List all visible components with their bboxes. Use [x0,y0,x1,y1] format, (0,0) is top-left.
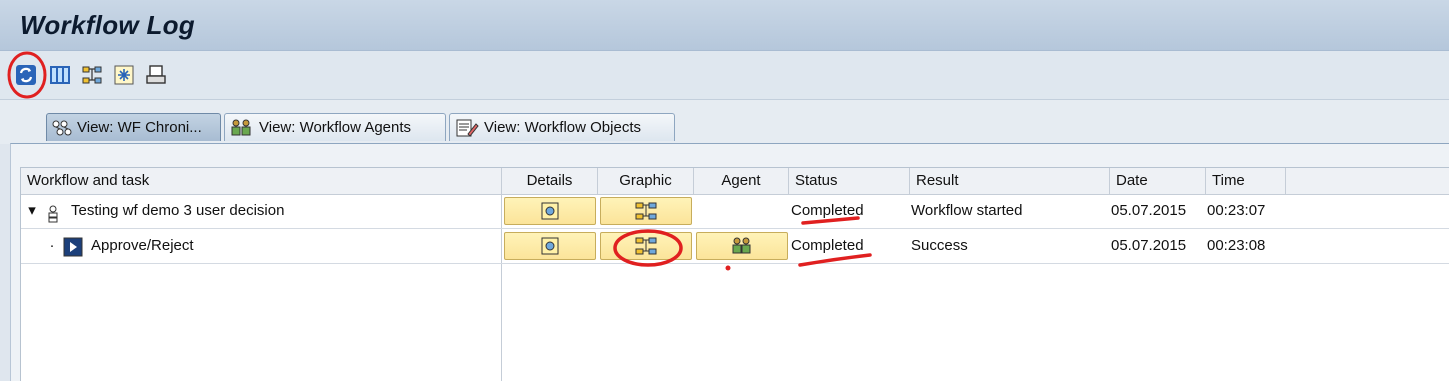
column-header-time[interactable]: Time [1206,168,1286,194]
agents-icon [231,119,251,135]
column-header-date[interactable]: Date [1110,168,1206,194]
graphic-icon [635,202,657,220]
tab-label: View: Workflow Agents [259,119,412,136]
tab-wf-chronicle[interactable]: View: WF Chroni... [46,113,221,141]
status-value: Completed [791,202,864,219]
tab-workflow-agents[interactable]: View: Workflow Agents [224,113,446,141]
graphic-button[interactable] [80,63,104,87]
table-row[interactable]: ▾ Testing wf demo 3 user decision Comple… [21,194,1449,229]
column-header-status[interactable]: Status [789,168,910,194]
print-icon [146,65,166,84]
tab-workflow-objects[interactable]: View: Workflow Objects [449,113,675,141]
graphic-button[interactable] [600,232,692,260]
page-title: Workflow Log [20,10,195,40]
date-value: 05.07.2015 [1111,202,1187,219]
tree-expander[interactable]: ▾ [27,194,37,228]
graphic-icon [635,237,657,255]
tab-label: View: WF Chroni... [77,119,202,136]
agents-icon [732,237,751,254]
print-button[interactable] [144,63,168,87]
details-icon [541,202,559,220]
task-name: Testing wf demo 3 user decision [71,202,285,219]
details-icon [541,237,559,255]
tab-strip: View: WF Chroni... View: Workflow Agents… [0,100,1449,144]
workflow-icon [45,202,61,223]
graphic-icon [82,66,102,84]
filter-icon [114,65,134,85]
application-toolbar [0,51,1449,100]
agent-button[interactable] [696,232,788,260]
column-header-agent[interactable]: Agent [694,168,789,194]
title-bar: Workflow Log [0,0,1449,51]
layout-icon [50,66,70,84]
refresh-icon [16,65,36,85]
tab-label: View: Workflow Objects [484,119,641,136]
details-button[interactable] [504,197,596,225]
time-value: 00:23:08 [1207,237,1266,254]
table-header: Workflow and task Details Graphic Agent … [21,168,1449,195]
details-button[interactable] [504,232,596,260]
graphic-button[interactable] [600,197,692,225]
refresh-button[interactable] [14,63,38,87]
hierarchy-icon [52,120,72,135]
step-icon [63,236,83,257]
result-value: Success [911,237,968,254]
workflow-log-table: Workflow and task Details Graphic Agent … [20,167,1449,381]
column-header-task[interactable]: Workflow and task [21,168,502,194]
objects-icon [456,119,479,137]
table-row[interactable]: · Approve/Reject Completed Success 05.07… [21,229,1449,264]
filter-button[interactable] [112,63,136,87]
status-value: Completed [791,237,864,254]
column-header-result[interactable]: Result [910,168,1110,194]
layout-button[interactable] [48,63,72,87]
time-value: 00:23:07 [1207,202,1266,219]
date-value: 05.07.2015 [1111,237,1187,254]
tree-expander: · [49,237,55,254]
result-value: Workflow started [911,202,1023,219]
task-name: Approve/Reject [91,237,194,254]
column-header-graphic[interactable]: Graphic [598,168,694,194]
column-header-details[interactable]: Details [502,168,598,194]
